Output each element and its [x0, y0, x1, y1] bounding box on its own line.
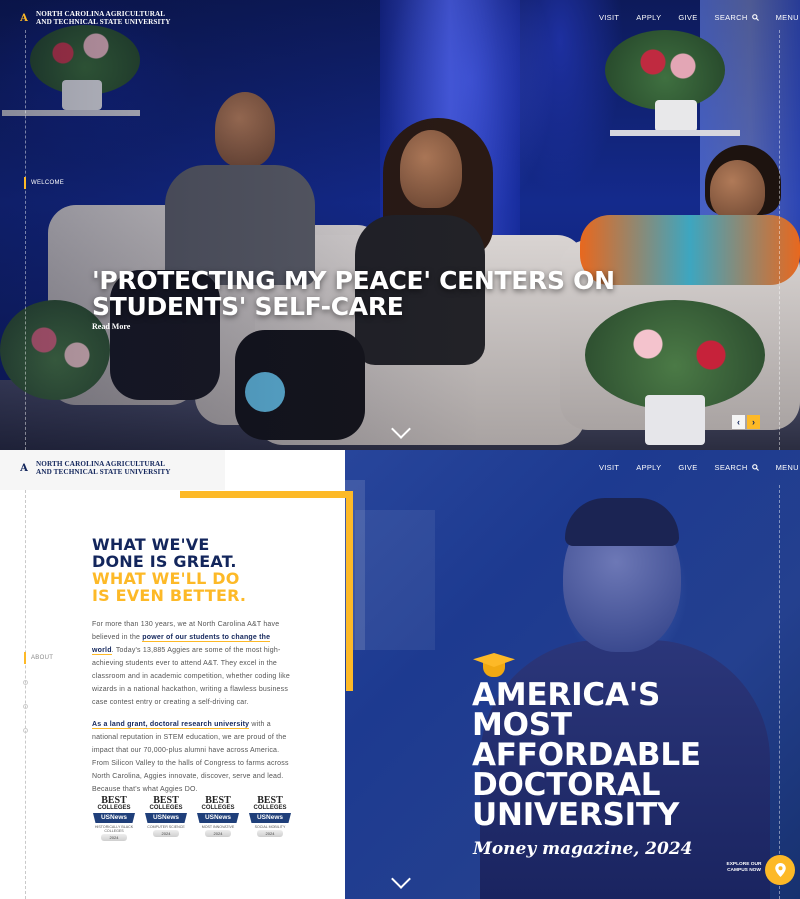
- badge-subtitle: COLLEGES: [97, 805, 131, 811]
- nav-apply[interactable]: APPLY: [636, 463, 661, 472]
- feature-line-2: MOST: [472, 707, 572, 743]
- section-label: ABOUT: [31, 655, 54, 661]
- feature-line-1: AMERICA'S: [472, 677, 661, 713]
- feature-line-5: UNIVERSITY: [472, 797, 680, 833]
- logo-line-2: and Technical State University: [36, 18, 171, 26]
- us-news-badge[interactable]: BEST COLLEGES USNews COMPUTER SCIENCE 20…: [144, 796, 188, 844]
- badge-year: 2024: [153, 830, 179, 837]
- badge-year: 2024: [257, 830, 283, 837]
- nav-visit[interactable]: VISIT: [599, 13, 619, 22]
- feature-headline[interactable]: AMERICA'S MOST AFFORDABLE DOCTORAL UNIVE…: [472, 677, 792, 833]
- logo-line-2: and Technical State University: [36, 468, 171, 476]
- top-nav: VISIT APPLY GIVE SEARCH MENU: [599, 13, 800, 22]
- heading-line-4: IS EVEN BETTER.: [92, 586, 247, 605]
- explore-campus-button[interactable]: [765, 855, 795, 885]
- us-news-badge[interactable]: BEST COLLEGES USNews HISTORICALLY BLACK …: [92, 796, 136, 844]
- section-dot[interactable]: [23, 728, 28, 733]
- graduation-cap-icon: [473, 653, 515, 679]
- about-heading: WHAT WE'VE DONE IS GREAT. WHAT WE'LL DO …: [92, 536, 332, 604]
- feature-source: Money magazine, 2024: [473, 839, 693, 859]
- badge-caption: MOST INNOVATIVE: [201, 825, 235, 829]
- nav-menu-label: MENU: [775, 13, 799, 22]
- grid-line: [25, 30, 26, 450]
- nav-visit[interactable]: VISIT: [599, 463, 619, 472]
- badge-year: 2024: [101, 834, 127, 841]
- section-dot[interactable]: [23, 704, 28, 709]
- slider-prev-button[interactable]: ‹: [732, 415, 745, 429]
- top-nav: VISIT APPLY GIVE SEARCH MENU: [599, 463, 800, 472]
- nav-give[interactable]: GIVE: [678, 13, 697, 22]
- search-icon: [751, 14, 759, 21]
- hero-overlay: [0, 0, 800, 450]
- nav-search-label: SEARCH: [714, 463, 748, 472]
- us-news-badge[interactable]: BEST COLLEGES USNews MOST INNOVATIVE 202…: [196, 796, 240, 844]
- section-dot[interactable]: [23, 680, 28, 685]
- land-grant-link[interactable]: As a land grant, doctoral research unive…: [92, 721, 250, 729]
- section-indicator: [24, 177, 26, 189]
- about-section: A North Carolina Agricultural and Techni…: [0, 450, 800, 899]
- us-news-badge[interactable]: BEST COLLEGES USNews SOCIAL MOBILITY 202…: [248, 796, 292, 844]
- university-logo[interactable]: A North Carolina Agricultural and Techni…: [17, 459, 171, 477]
- badge-title: BEST: [257, 795, 283, 806]
- badge-brand: USNews: [197, 813, 239, 823]
- hero-section: A North Carolina Agricultural and Techni…: [0, 0, 800, 450]
- read-more-link[interactable]: Read More: [92, 322, 130, 331]
- badge-subtitle: COLLEGES: [201, 805, 235, 811]
- badge-brand: USNews: [93, 813, 135, 823]
- badge-subtitle: COLLEGES: [253, 805, 287, 811]
- about-paragraph-1: For more than 130 years, we at North Car…: [92, 618, 292, 709]
- badge-brand: USNews: [145, 813, 187, 823]
- heading-line-2: DONE IS GREAT.: [92, 552, 237, 571]
- badge-title: BEST: [205, 795, 231, 806]
- explore-campus-label[interactable]: EXPLORE OUR CAMPUS NOW: [723, 862, 765, 874]
- feature-line-4: DOCTORAL: [472, 767, 661, 803]
- heading-line-3: WHAT WE'LL DO: [92, 569, 240, 588]
- section-label: WELCOME: [31, 180, 65, 186]
- section-indicator: [24, 652, 26, 664]
- badge-subtitle: COLLEGES: [149, 805, 183, 811]
- grid-line: [779, 30, 780, 450]
- nav-search-label: SEARCH: [714, 13, 748, 22]
- logo-line-1: North Carolina Agricultural: [36, 460, 166, 468]
- nav-menu[interactable]: MENU: [776, 463, 800, 472]
- university-logo[interactable]: A North Carolina Agricultural and Techni…: [17, 9, 171, 27]
- aggie-logo-icon: A: [20, 12, 28, 24]
- hero-headline[interactable]: 'PROTECTING MY PEACE' CENTERS ON STUDENT…: [92, 268, 652, 320]
- slider-next-button[interactable]: ›: [747, 415, 760, 429]
- badge-title: BEST: [153, 795, 179, 806]
- badge-brand: USNews: [249, 813, 291, 823]
- nav-search[interactable]: SEARCH: [715, 13, 759, 22]
- feature-line-3: AFFORDABLE: [472, 737, 701, 773]
- search-icon: [751, 464, 759, 471]
- badge-year: 2024: [205, 830, 231, 837]
- nav-give[interactable]: GIVE: [678, 463, 697, 472]
- background-panel: [355, 510, 435, 650]
- slider-arrows: ‹ ›: [732, 415, 760, 429]
- heading-line-1: WHAT WE'VE: [92, 535, 210, 554]
- nav-menu[interactable]: MENU: [776, 13, 800, 22]
- badge-caption: HISTORICALLY BLACK COLLEGES: [94, 825, 134, 833]
- badge-caption: COMPUTER SCIENCE: [147, 825, 185, 829]
- nav-search[interactable]: SEARCH: [715, 463, 759, 472]
- nav-menu-label: MENU: [775, 463, 799, 472]
- about-paragraph-2: As a land grant, doctoral research unive…: [92, 718, 292, 796]
- paragraph-text: with a national reputation in STEM educa…: [92, 721, 289, 793]
- aggie-logo-icon: A: [20, 462, 28, 474]
- grid-line: [25, 490, 26, 899]
- location-pin-icon: [774, 863, 786, 877]
- badge-title: BEST: [101, 795, 127, 806]
- student-hair: [565, 498, 679, 546]
- us-news-badges: BEST COLLEGES USNews HISTORICALLY BLACK …: [92, 796, 292, 844]
- paragraph-text: . Today's 13,885 Aggies are some of the …: [92, 647, 290, 706]
- nav-apply[interactable]: APPLY: [636, 13, 661, 22]
- badge-caption: SOCIAL MOBILITY: [254, 825, 286, 829]
- logo-line-1: North Carolina Agricultural: [36, 10, 166, 18]
